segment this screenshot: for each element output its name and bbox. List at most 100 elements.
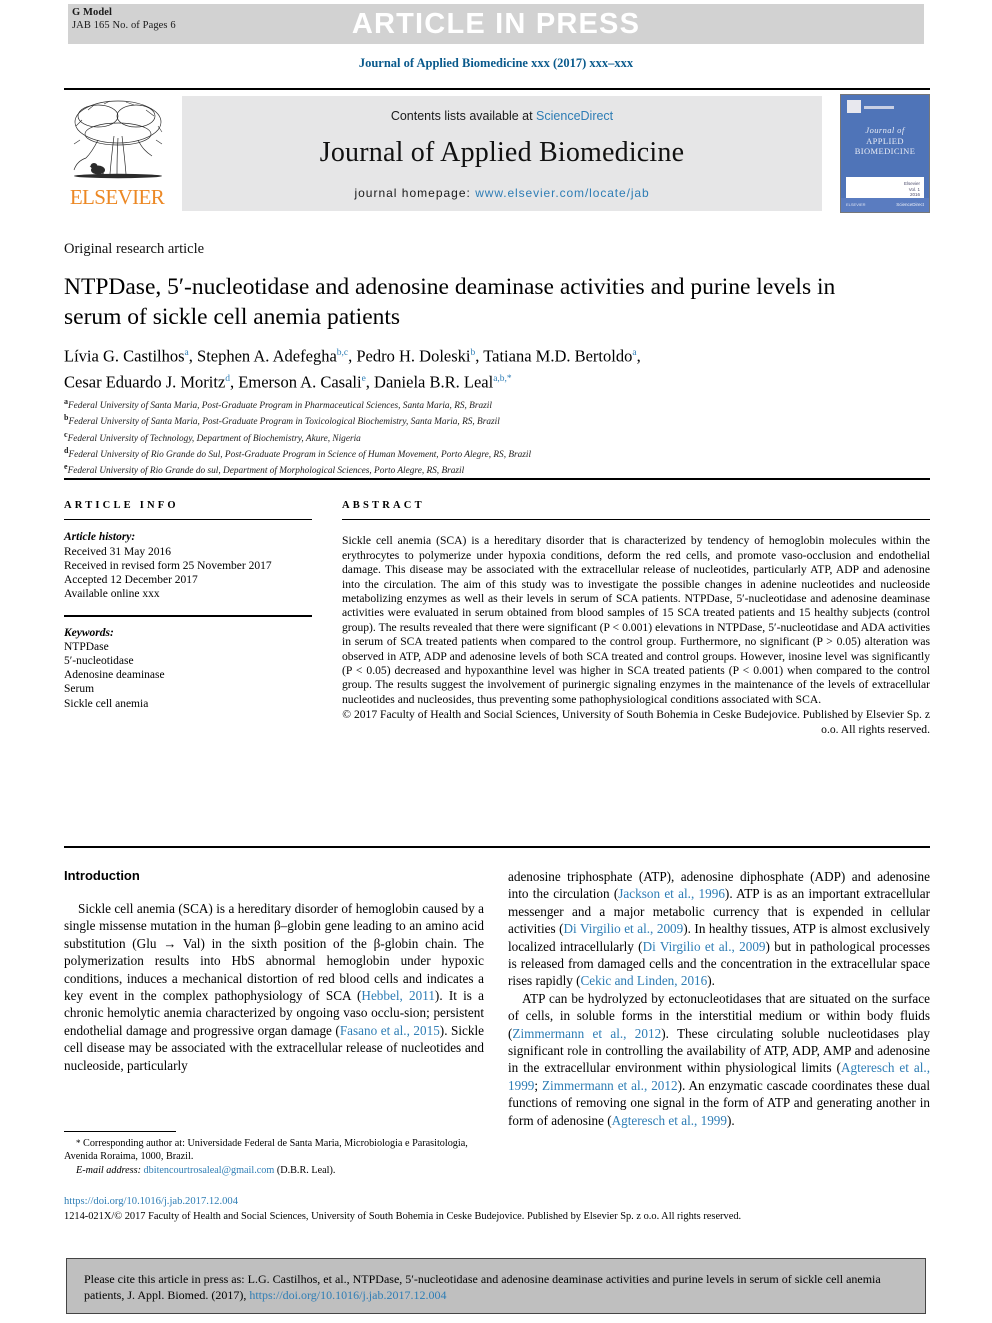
intro-paragraph-left: Sickle cell anemia (SCA) is a hereditary… [64,900,484,1074]
citation-link[interactable]: Zimmermann et al., 2012 [542,1078,678,1093]
citation-link[interactable]: Zimmermann et al., 2012 [512,1026,661,1041]
article-info-column: ARTICLE INFO Article history: Received 3… [64,500,312,711]
history-item: Accepted 12 December 2017 [64,574,198,586]
affiliation-item: aFederal University of Santa Maria, Post… [64,396,924,412]
contents-prefix: Contents lists available at [390,109,537,123]
author-name[interactable]: Emerson A. Casali [238,372,361,391]
article-info-heading: ARTICLE INFO [64,500,179,511]
masthead-top-rule [64,88,930,90]
history-item: Received 31 May 2016 [64,545,171,558]
affiliation-item: bFederal University of Santa Maria, Post… [64,412,924,428]
homepage-url-link[interactable]: www.elsevier.com/locate/jab [475,186,649,200]
abstract-rule [342,519,930,521]
cover-publisher-icon [847,100,861,113]
affiliation-list: aFederal University of Santa Maria, Post… [64,396,924,477]
author-name[interactable]: Stephen A. Adefegha [197,347,337,366]
article-in-press-label: ARTICLE IN PRESS [351,8,641,40]
cover-footer-right: ScienceDirect [896,202,924,207]
keyword-item: 5′-nucleotidase [64,655,134,667]
affiliation-item: dFederal University of Rio Grande do Sul… [64,445,924,461]
body-right-column: adenosine triphosphate (ATP), adenosine … [508,868,930,1129]
affiliation-text: Federal University of Rio Grande do Sul,… [68,449,532,460]
email-link[interactable]: dbitencourtrosaleal@gmail.com [144,1165,275,1176]
footnote-rule [64,1131,176,1133]
author-affil-mark: b,c [336,348,349,358]
sciencedirect-link[interactable]: ScienceDirect [536,109,613,123]
g-model-line: G Model [72,7,113,18]
cite-text-body: Please cite this article in press as: L.… [84,1272,881,1302]
citation-link[interactable]: Hebbel, 2011 [361,988,435,1003]
elsevier-tree-icon [73,100,163,179]
affiliation-text: Federal University of Santa Maria, Post-… [68,417,500,428]
keyword-item: NTPDase [64,640,109,653]
cover-artwork: Journal of APPLIED BIOMEDICINE Elsevier V… [841,95,929,212]
affiliation-text: Federal University of Rio Grande do sul,… [67,466,465,477]
abstract-copyright: © 2017 Faculty of Health and Social Scie… [342,708,930,736]
affiliation-text: Federal University of Technology, Depart… [67,433,361,444]
abstract-bottom-rule [64,846,930,848]
article-history-label: Article history: [64,531,136,544]
article-info-rule [64,519,312,521]
intro-paragraph-right-2: ATP can be hydrolyzed by ectonucleotidas… [508,990,930,1129]
article-history-block: Article history: Received 31 May 2016 Re… [64,530,312,601]
g-model-stamp: G Model JAB 165 No. of Pages 6 [72,7,176,32]
asterisk-icon: * [76,1138,81,1148]
email-owner: (D.B.R. Leal). [276,1164,336,1176]
article-page: ARTICLE IN PRESS G Model JAB 165 No. of … [0,0,992,1323]
affiliation-text: Federal University of Santa Maria, Post-… [68,401,492,412]
author-affil-mark: e [361,373,366,384]
journal-cover-thumbnail[interactable]: Journal of APPLIED BIOMEDICINE Elsevier V… [840,94,930,213]
citation-link[interactable]: Jackson et al., 1996 [618,886,725,901]
cover-title-block: Journal of APPLIED BIOMEDICINE [841,125,929,157]
intro-text-c: ; [534,1077,542,1093]
history-item: Available online xxx [64,588,160,601]
cite-this-article-text: Please cite this article in press as: L.… [84,1271,911,1303]
author-name[interactable]: Pedro H. Doleski [356,347,470,366]
body-left-column: Introduction Sickle cell anemia (SCA) is… [64,868,484,1074]
journal-title: Journal of Applied Biomedicine [319,137,685,168]
cover-title-line1: Journal of [865,125,905,135]
article-type-label: Original research article [64,241,205,257]
keyword-item: Sickle cell anemia [64,697,149,710]
author-name[interactable]: Tatiana M.D. Bertoldo [483,347,632,366]
issn-copyright-line: 1214-021X/© 2017 Faculty of Health and S… [64,1211,742,1222]
cover-publisher-wordmark [864,106,894,109]
citation-link[interactable]: Cekic and Linden, 2016 [581,973,708,988]
author-affil-mark: b [470,348,476,358]
doi-link[interactable]: https://doi.org/10.1016/j.jab.2017.12.00… [64,1196,238,1207]
cover-footer-bar: ELSEVIER ScienceDirect [841,198,929,212]
email-label: E-mail address: [76,1164,141,1176]
cover-volume-info: Elsevier Vol. 1 2016 [903,181,920,197]
author-list: Lívia G. Castilhosa, Stephen A. Adefegha… [64,346,641,392]
author-name[interactable]: Daniela B.R. Leal [374,372,493,391]
author-affil-mark: a [632,348,637,358]
citation-link[interactable]: Agteresch et al., 1999 [612,1113,727,1128]
elsevier-logo: ELSEVIER [64,94,172,212]
intro-text-e: ). [727,1112,735,1128]
masthead-center-band: Contents lists available at ScienceDirec… [182,96,822,211]
cover-title-line3: BIOMEDICINE [854,146,916,156]
affiliation-item: eFederal University of Rio Grande do sul… [64,461,924,477]
cite-this-article-box: Please cite this article in press as: L.… [66,1258,926,1314]
keyword-item: Adenosine deaminase [64,669,165,682]
author-name[interactable]: Cesar Eduardo J. Moritz [64,372,225,391]
elsevier-wordmark: ELSEVIER [69,185,165,209]
author-affil-mark: a [184,348,189,358]
cover-white-panel: Elsevier Vol. 1 2016 [846,177,924,199]
intro-text-e: ). [707,973,715,989]
author-affil-mark: a,b,* [493,373,512,384]
page-title: NTPDase, 5′-nucleotidase and adenosine d… [64,274,836,330]
footnote-block: * Corresponding author at: Universidade … [64,1137,484,1177]
journal-citation-line[interactable]: Journal of Applied Biomedicine xxx (2017… [0,56,992,71]
jab-pages-line: JAB 165 No. of Pages 6 [72,19,176,31]
citation-link[interactable]: Fasano et al., 2015 [340,1023,440,1038]
citation-link[interactable]: Di Virgilio et al., 2009 [643,939,766,954]
author-affil-mark: d [225,373,231,384]
corresponding-author-note: * Corresponding author at: Universidade … [64,1137,484,1164]
corresponding-author-text: Corresponding author at: Universidade Fe… [64,1138,468,1163]
citation-link[interactable]: Di Virgilio et al., 2009 [564,921,684,936]
history-item: Received in revised form 25 November 201… [64,559,272,572]
cite-doi-link[interactable]: https://doi.org/10.1016/j.jab.2017.12.00… [249,1288,446,1302]
author-name[interactable]: Lívia G. Castilhos [64,347,185,366]
abstract-text: Sickle cell anemia (SCA) is a hereditary… [342,534,930,706]
